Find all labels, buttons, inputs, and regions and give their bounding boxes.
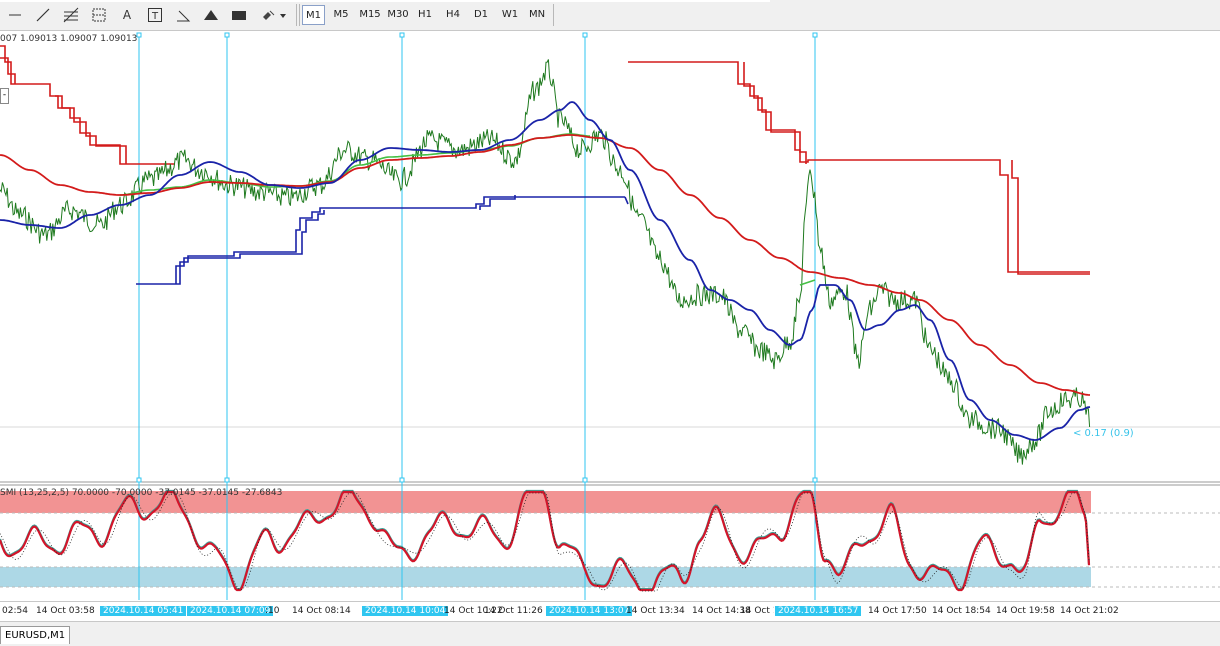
vertical-line-handle[interactable]	[136, 32, 142, 38]
time-label: 14 Oct 19:58	[996, 606, 1055, 616]
time-label-highlight: 2024.10.14 16:57	[775, 606, 862, 616]
time-label: 14 Oct 1	[740, 606, 774, 616]
time-label-highlight: 2024.10.14 05:41	[100, 606, 187, 616]
time-label-highlight: 2024.10.14 07:09	[187, 606, 274, 616]
ohlc-readout: 007 1.09013 1.09007 1.09013	[0, 34, 138, 44]
vertical-line-handle[interactable]	[399, 32, 405, 38]
time-label: :10	[265, 606, 280, 616]
vertical-line-handle[interactable]	[812, 32, 818, 38]
symbol-tab[interactable]: EURUSD,M1	[0, 626, 71, 644]
time-label: 14 Oct 11:26	[484, 606, 543, 616]
time-label: 14 Oct 17:50	[868, 606, 927, 616]
time-label-highlight: 2024.10.14 13:07	[546, 606, 633, 616]
vertical-line-handle[interactable]	[399, 477, 405, 483]
time-label: 14 Oct 18:54	[932, 606, 991, 616]
time-label-highlight: 2024.10.14 10:04	[362, 606, 449, 616]
indicator-label: SMI (13,25,2,5) 70.0000 -70.0000 -37.014…	[0, 488, 283, 498]
price-change-label: < 0.17 (0.9)	[1073, 428, 1134, 439]
vertical-line-handle[interactable]	[582, 477, 588, 483]
chart-canvas[interactable]	[0, 0, 1220, 601]
chart-background	[0, 31, 1220, 601]
time-label: 14 Oct 21:02	[1060, 606, 1119, 616]
time-axis: 02:54 14 Oct 03:58 2024.10.14 05:41 2024…	[0, 601, 1220, 622]
time-label: 14 Oct 13:34	[626, 606, 685, 616]
time-label: 14 Oct 03:58	[36, 606, 95, 616]
vertical-line-handle[interactable]	[224, 32, 230, 38]
vertical-line-handle[interactable]	[582, 32, 588, 38]
vertical-line-handle[interactable]	[812, 477, 818, 483]
time-label: 14 Oct 08:14	[292, 606, 351, 616]
vertical-line-handle[interactable]	[136, 477, 142, 483]
collapse-button[interactable]: -	[0, 88, 9, 104]
vertical-line-handle[interactable]	[224, 477, 230, 483]
time-label: 02:54	[2, 606, 28, 616]
chart-tab-bar: EURUSD,M1	[0, 621, 1220, 646]
